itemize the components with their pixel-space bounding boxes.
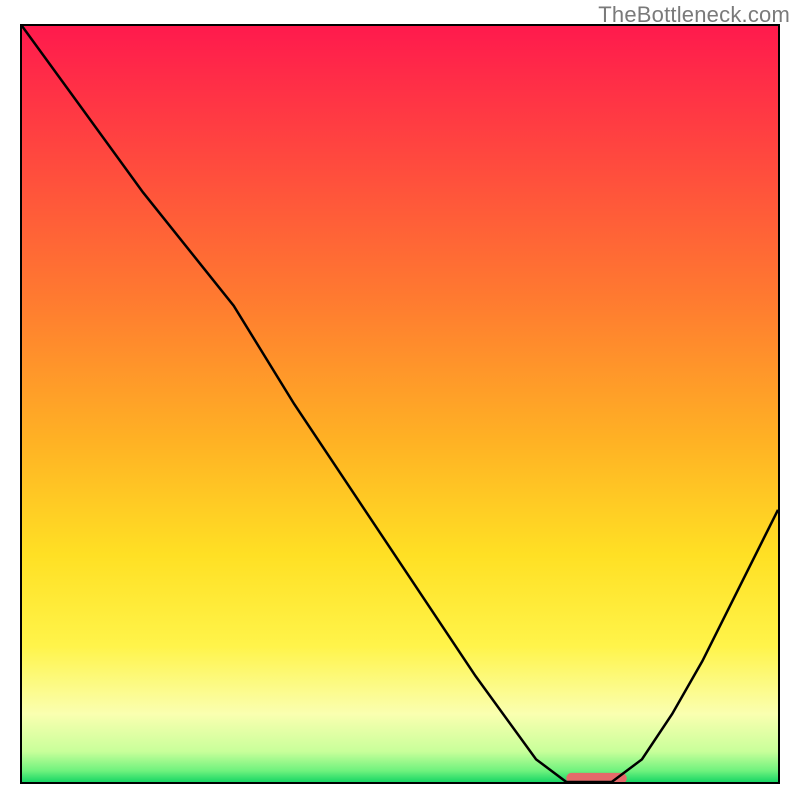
plot-area — [20, 24, 780, 784]
gradient-background — [22, 26, 778, 782]
chart-svg — [22, 26, 778, 782]
